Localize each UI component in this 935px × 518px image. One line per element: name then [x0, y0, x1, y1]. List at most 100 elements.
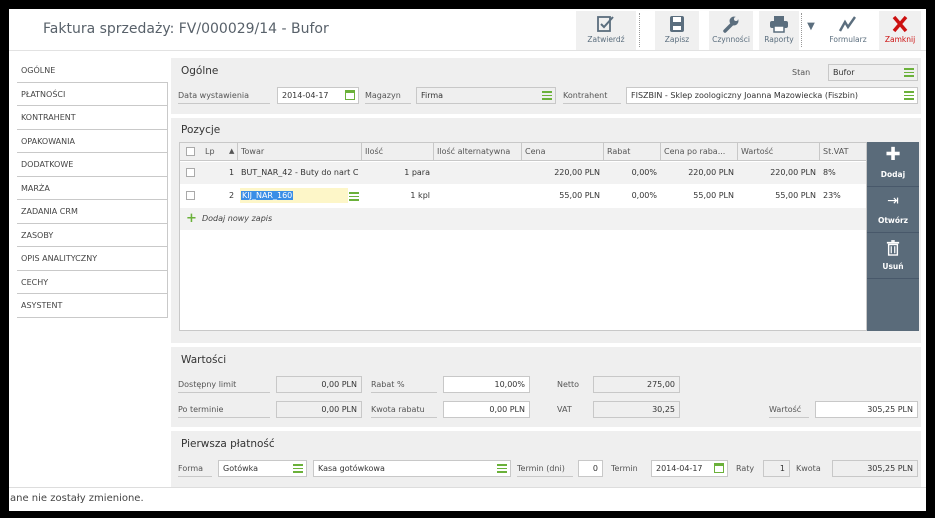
total-label: Wartość [769, 405, 809, 418]
calendar-icon[interactable] [345, 90, 355, 100]
close-button[interactable]: Zamknij [879, 11, 921, 50]
plus-icon: ✚ [885, 144, 901, 165]
discount-pct-field[interactable]: 10,00% [443, 376, 530, 393]
discount-amount-field[interactable]: 0,00 PLN [443, 401, 530, 418]
plus-icon: + [186, 211, 197, 226]
positions-section-title: Pozycje [181, 124, 221, 136]
discount-pct-label: Rabat % [371, 380, 437, 393]
nav-item-margin[interactable]: MARŻA [17, 176, 168, 200]
list-icon[interactable] [904, 68, 914, 77]
nav-item-features[interactable]: CECHY [17, 270, 168, 294]
row-lp: 1 [229, 168, 235, 177]
nav-item-crm-tasks[interactable]: ZADANIA CRM [17, 200, 168, 224]
positions-section: Pozycje Lp ▲ Towar Ilość Ilość alternaty… [171, 118, 921, 343]
positions-side-panel: ✚ Dodaj ⇥ Otwórz Usuń [867, 142, 919, 331]
positions-grid: Lp ▲ Towar Ilość Ilość alternatywna Cena… [179, 142, 867, 331]
col-value[interactable]: Wartość [741, 147, 773, 156]
col-lp[interactable]: Lp [205, 147, 215, 156]
calendar-icon[interactable] [714, 463, 724, 473]
nav-item-additional[interactable]: DODATKOWE [17, 153, 168, 177]
overdue-label: Po terminie [178, 405, 270, 418]
toolbar-divider [801, 13, 802, 47]
item-edit-field[interactable]: KIJ_NAR_160 [240, 188, 348, 203]
select-all-checkbox[interactable] [186, 147, 195, 156]
row-item-selected[interactable]: KIJ_NAR_160 [241, 191, 294, 200]
nav-item-general[interactable]: OGÓLNE [17, 59, 168, 83]
table-row[interactable]: 1 BUT_NAR_42 - Buty do nart C... 1 para … [180, 162, 866, 184]
table-row[interactable]: 2 KIJ_NAR_160 1 kpl 55,00 PLN 0,00% 55,0… [180, 185, 866, 207]
col-price-after-discount[interactable]: Cena po raba... [664, 147, 725, 156]
term-date-field[interactable]: 2014-04-17 [651, 460, 728, 477]
col-discount[interactable]: Rabat [607, 147, 630, 156]
forms-button[interactable]: Formularz [823, 11, 873, 50]
first-payment-section: Pierwsza płatność Forma Gotówka Kasa got… [171, 431, 921, 487]
available-limit-field: 0,00 PLN [276, 376, 362, 393]
row-value: 55,00 PLN [775, 191, 816, 200]
add-new-record-link[interactable]: Dodaj nowy zapis [202, 214, 272, 223]
list-icon[interactable] [542, 91, 552, 100]
reports-button[interactable]: Raporty [759, 11, 799, 50]
row-vat: 23% [823, 191, 841, 200]
warehouse-field[interactable]: Firma [416, 87, 556, 104]
col-qty[interactable]: Ilość [365, 147, 383, 156]
term-days-label: Termin (dni) [517, 464, 573, 477]
issue-date-field[interactable]: 2014-04-17 [277, 87, 359, 104]
open-icon: ⇥ [887, 193, 899, 209]
nav-item-contractor[interactable]: KONTRAHENT [17, 106, 168, 130]
row-price: 55,00 PLN [559, 191, 600, 200]
payment-form-label: Forma [178, 464, 212, 477]
nav-item-resources[interactable]: ZASOBY [17, 223, 168, 247]
list-icon[interactable] [349, 192, 359, 203]
approve-icon [576, 11, 636, 35]
approve-button[interactable]: Zatwierdź [576, 11, 636, 50]
row-checkbox[interactable] [186, 191, 195, 200]
nav-item-payments[interactable]: PŁATNOŚCI [17, 82, 168, 106]
row-lp: 2 [229, 191, 235, 200]
nav-item-analytical-description[interactable]: OPIS ANALITYCZNY [17, 247, 168, 271]
col-alt-qty[interactable]: Ilość alternatywna [437, 147, 510, 156]
list-icon[interactable] [904, 91, 914, 100]
save-button[interactable]: Zapisz [655, 11, 699, 50]
col-vat[interactable]: St.VAT [823, 147, 848, 156]
vat-label: VAT [557, 405, 572, 414]
term-days-field[interactable]: 0 [578, 460, 603, 477]
add-position-button[interactable]: ✚ Dodaj [867, 142, 919, 187]
row-discount: 0,00% [631, 191, 657, 200]
row-price: 220,00 PLN [554, 168, 600, 177]
values-section: Wartości Dostępny limit 0,00 PLN Po term… [171, 347, 921, 427]
add-row[interactable]: + Dodaj nowy zapis [180, 208, 866, 230]
actions-button[interactable]: Czynności [709, 11, 753, 50]
sort-asc-icon: ▲ [229, 147, 235, 155]
general-section-title: Ogólne [181, 65, 219, 77]
installments-field: 1 [763, 460, 790, 477]
col-item[interactable]: Towar [241, 147, 264, 156]
available-limit-label: Dostępny limit [178, 380, 270, 393]
amount-field: 305,25 PLN [832, 460, 918, 477]
net-field: 275,00 [593, 376, 680, 393]
reports-dropdown-chevron-icon[interactable]: ▼ [804, 21, 818, 41]
contractor-field[interactable]: FISZBIN - Sklep zoologiczny Joanna Mazow… [626, 87, 918, 104]
col-price[interactable]: Cena [525, 147, 545, 156]
nav-item-packaging[interactable]: OPAKOWANIA [17, 129, 168, 153]
delete-position-button[interactable]: Usuń [867, 234, 919, 279]
warehouse-label: Magazyn [365, 91, 411, 104]
cashbox-field[interactable]: Kasa gotówkowa [313, 460, 511, 477]
list-icon[interactable] [293, 464, 303, 473]
grid-header: Lp ▲ Towar Ilość Ilość alternatywna Cena… [180, 143, 866, 161]
payment-form-field[interactable]: Gotówka [218, 460, 307, 477]
vat-field: 30,25 [593, 401, 680, 418]
row-value: 220,00 PLN [770, 168, 816, 177]
status-field: Bufor [828, 64, 918, 81]
section-nav: OGÓLNE PŁATNOŚCI KONTRAHENT OPAKOWANIA D… [17, 59, 168, 318]
general-section: Ogólne Stan Bufor Data wystawienia 2014-… [171, 58, 921, 114]
open-position-button[interactable]: ⇥ Otwórz [867, 188, 919, 233]
term-label: Termin [611, 464, 638, 473]
row-checkbox[interactable] [186, 168, 195, 177]
amount-label: Kwota [796, 464, 821, 473]
list-icon[interactable] [497, 464, 507, 473]
status-bar: ane nie zostały zmienione. [9, 487, 926, 511]
nav-item-assistant[interactable]: ASYSTENT [17, 294, 168, 318]
trash-icon [867, 234, 919, 262]
row-price-after: 55,00 PLN [693, 191, 734, 200]
status-label: Stan [792, 68, 811, 77]
